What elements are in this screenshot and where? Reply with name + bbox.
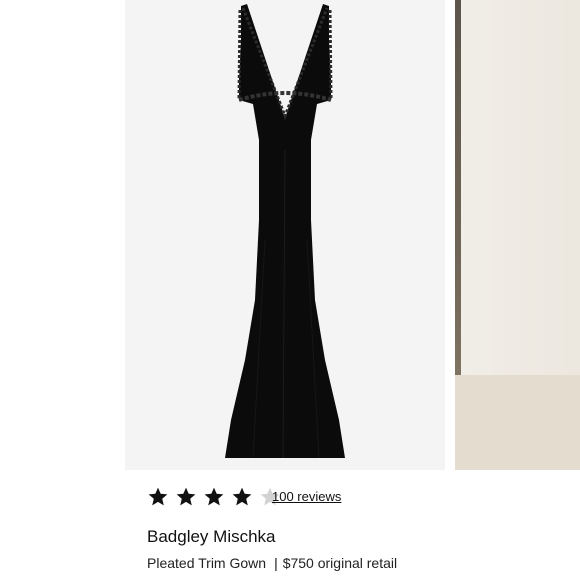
product-subline: Pleated Trim Gown | $750 original retail <box>147 555 397 571</box>
retail-price: $750 original retail <box>282 555 398 571</box>
next-photo-preview[interactable] <box>455 0 580 470</box>
product-name: Pleated Trim Gown <box>147 555 267 571</box>
photo-divider <box>445 0 455 470</box>
star-filled-icon <box>203 486 225 508</box>
star-filled-icon <box>147 486 169 508</box>
separator: | <box>274 555 278 571</box>
star-rating[interactable] <box>147 484 287 510</box>
reviews-link[interactable]: 100 reviews <box>272 489 341 504</box>
product-brand: Badgley Mischka <box>147 527 276 546</box>
photo-floor <box>455 375 580 470</box>
star-filled-icon <box>175 486 197 508</box>
product-photo[interactable] <box>125 0 445 470</box>
black-gown-image <box>225 4 345 459</box>
left-margin <box>0 0 125 580</box>
star-filled-icon <box>231 486 253 508</box>
product-info-card: 100 reviews Badgley Mischka Pleated Trim… <box>125 470 455 580</box>
